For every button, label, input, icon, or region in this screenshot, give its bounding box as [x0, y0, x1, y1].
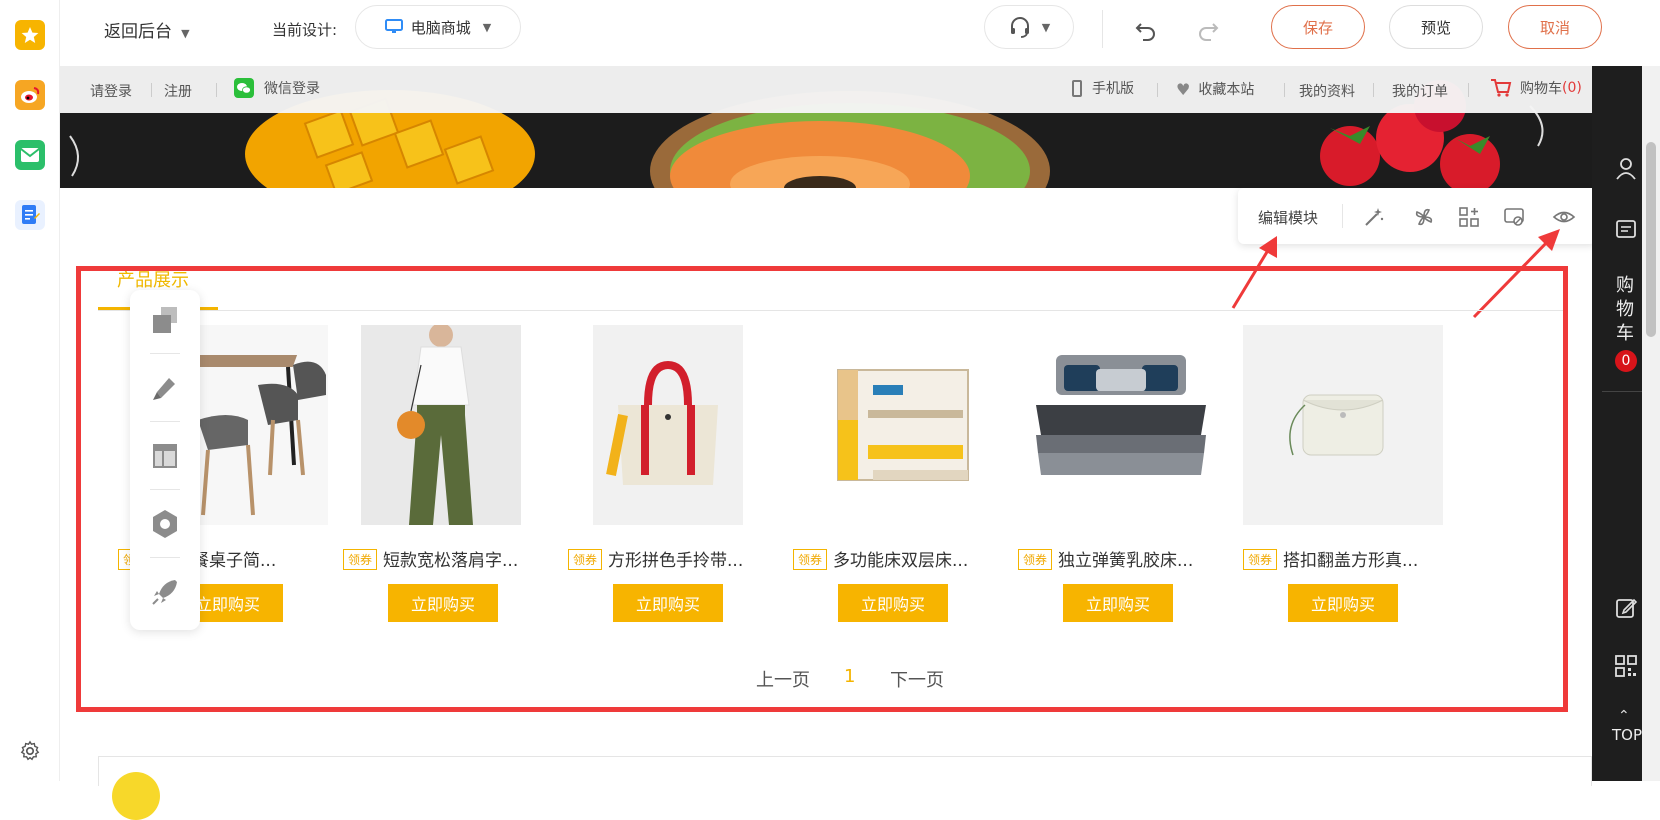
chevron-down-icon: ▼ [1041, 20, 1051, 34]
undo-icon [1135, 23, 1155, 41]
site-top-nav: 请登录 注册 微信登录 手机版 ♥ 收藏本站 我的资料 我的订单 购物车(0) [60, 66, 1592, 113]
qr-code-icon[interactable] [1614, 654, 1638, 682]
nav-separator [1373, 83, 1374, 97]
back-to-admin-label: 返回后台 [104, 22, 172, 42]
undo-button[interactable] [1133, 16, 1159, 42]
redo-icon [1199, 23, 1219, 41]
layout-template-icon[interactable] [149, 440, 181, 472]
wechat-login-label: 微信登录 [264, 81, 320, 97]
paint-brush-icon[interactable] [149, 372, 181, 404]
tool-separator [150, 489, 180, 490]
next-module-avatar [112, 772, 160, 820]
cart-label: 购物车 [1520, 81, 1562, 97]
favorite-site-link[interactable]: ♥ 收藏本站 [1176, 79, 1254, 99]
mobile-version-link[interactable]: 手机版 [1072, 78, 1134, 98]
preview-button[interactable]: 预览 [1389, 5, 1483, 49]
edit-module-button[interactable]: 编辑模块 [1258, 207, 1318, 228]
feedback-edit-icon[interactable] [1614, 596, 1638, 624]
headset-icon [1010, 17, 1029, 38]
tool-separator [150, 557, 180, 558]
document-app-icon[interactable] [15, 200, 45, 230]
chevron-down-icon: ▼ [181, 27, 190, 40]
tool-separator [150, 421, 180, 422]
save-button[interactable]: 保存 [1271, 5, 1365, 49]
toolbar-divider [1102, 10, 1103, 48]
login-link[interactable]: 请登录 [90, 81, 132, 101]
message-icon[interactable] [1614, 218, 1638, 246]
wechat-login-link[interactable]: 微信登录 [234, 78, 320, 98]
shopping-cart-icon [1491, 79, 1512, 97]
my-orders-link[interactable]: 我的订单 [1392, 81, 1448, 101]
cart-link[interactable]: 购物车(0) [1490, 78, 1582, 98]
editor-topbar: 返回后台 ▼ 当前设计: 电脑商城 ▼ ▼ 保存 预览 取消 [60, 0, 1660, 58]
settings-gear-icon[interactable] [15, 736, 45, 766]
rocket-launch-icon[interactable] [149, 576, 181, 608]
cancel-button[interactable]: 取消 [1508, 5, 1602, 49]
current-design-label: 当前设计: [272, 21, 338, 39]
selected-module-highlight [76, 266, 1568, 712]
nav-separator [1468, 83, 1469, 97]
mail-app-icon[interactable] [15, 140, 45, 170]
my-profile-link[interactable]: 我的资料 [1299, 81, 1355, 101]
scrollbar-thumb[interactable] [1646, 142, 1656, 337]
toolbar-divider [1342, 204, 1343, 228]
register-link[interactable]: 注册 [164, 81, 192, 101]
top-label: TOP [1612, 726, 1643, 744]
tool-separator [150, 353, 180, 354]
pinwheel-icon[interactable] [1413, 206, 1435, 228]
floating-tool-panel [130, 290, 200, 630]
user-account-icon[interactable] [1614, 156, 1638, 184]
back-to-admin-button[interactable]: 返回后台 ▼ [104, 17, 190, 42]
hexagon-settings-icon[interactable] [149, 508, 181, 540]
left-app-rail [0, 0, 60, 781]
star-app-icon[interactable] [15, 20, 45, 50]
wechat-icon [234, 78, 254, 98]
nav-separator [151, 83, 152, 97]
next-module-box [98, 756, 1592, 786]
cart-count: (0) [1562, 80, 1582, 96]
copy-layers-icon[interactable] [149, 304, 181, 336]
favorite-site-label: 收藏本站 [1198, 82, 1255, 98]
chevron-down-icon: ▼ [482, 20, 492, 34]
cart-badge: 0 [1615, 350, 1637, 372]
page-scrollbar[interactable] [1642, 66, 1660, 781]
nav-separator [1284, 83, 1285, 97]
desktop-monitor-icon [384, 19, 403, 33]
cart-char-3: 车 [1616, 323, 1634, 344]
redo-button[interactable] [1195, 16, 1221, 42]
design-name: 电脑商城 [410, 18, 471, 37]
design-selector[interactable]: 电脑商城 ▼ [355, 5, 521, 49]
magic-wand-icon[interactable] [1363, 206, 1385, 228]
cart-char-1: 购 [1616, 275, 1634, 296]
nav-separator [216, 83, 217, 97]
mobile-version-label: 手机版 [1092, 81, 1134, 97]
cart-char-2: 物 [1616, 299, 1634, 320]
phone-icon [1072, 79, 1082, 97]
nav-separator [1157, 83, 1158, 97]
customer-service-selector[interactable]: ▼ [984, 5, 1074, 49]
heart-icon: ♥ [1176, 79, 1191, 99]
weibo-app-icon[interactable] [15, 80, 45, 110]
chevron-up-icon: ⌃ [1618, 708, 1630, 724]
